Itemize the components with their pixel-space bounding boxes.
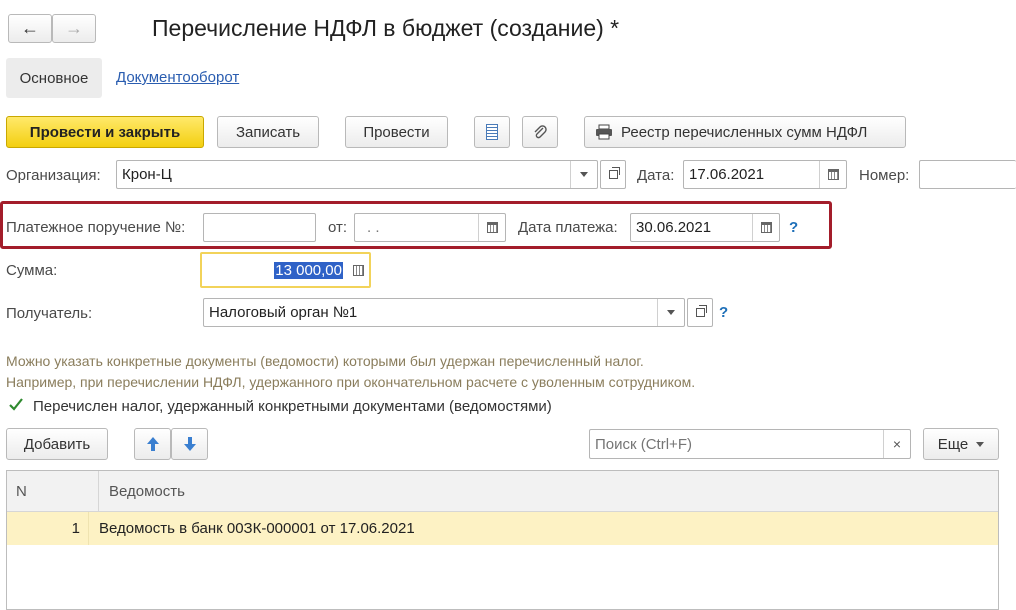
calculator-icon[interactable] xyxy=(347,254,369,286)
search-field[interactable]: × xyxy=(589,429,911,459)
payment-order-from-label: от: xyxy=(328,219,348,236)
recipient-open-button[interactable] xyxy=(687,298,713,327)
move-up-button[interactable] xyxy=(134,428,171,460)
calendar-icon[interactable] xyxy=(820,161,846,188)
recipient-field[interactable]: Налоговый орган №1 xyxy=(203,298,685,327)
page-title: Перечисление НДФЛ в бюджет (создание) * xyxy=(152,15,620,41)
open-form-icon xyxy=(608,167,620,179)
payment-order-label: Платежное поручение №: xyxy=(6,219,186,236)
sum-field[interactable]: 13 000,00 xyxy=(200,252,371,288)
open-form-icon xyxy=(695,305,707,317)
org-field[interactable]: Крон-Ц xyxy=(116,160,598,189)
post-and-close-button[interactable]: Провести и закрыть xyxy=(6,116,204,148)
tab-docflow[interactable]: Документооборот xyxy=(116,69,239,86)
search-input[interactable] xyxy=(590,434,883,454)
dropdown-icon[interactable] xyxy=(658,299,684,326)
org-open-button[interactable] xyxy=(600,160,626,189)
org-label: Организация: xyxy=(6,167,101,184)
save-button[interactable]: Записать xyxy=(217,116,319,148)
printer-icon xyxy=(596,124,612,140)
post-button[interactable]: Провести xyxy=(345,116,448,148)
more-button[interactable]: Еще xyxy=(923,428,999,460)
column-header-n[interactable]: N xyxy=(7,471,99,511)
payment-date-field[interactable]: 30.06.2021 xyxy=(630,213,780,242)
payment-order-date-value: . . xyxy=(367,219,380,236)
documents-checkbox-label: Перечислен налог, удержанный конкретными… xyxy=(33,398,552,415)
payment-date-value: 30.06.2021 xyxy=(636,219,712,236)
org-value: Крон-Ц xyxy=(122,166,172,183)
payment-date-label: Дата платежа: xyxy=(518,219,618,236)
dropdown-icon[interactable] xyxy=(571,161,597,188)
sum-label: Сумма: xyxy=(6,262,58,279)
payment-order-number-field[interactable] xyxy=(203,213,316,242)
recipient-value: Налоговый орган №1 xyxy=(209,304,358,321)
hint-line-1: Можно указать конкретные документы (ведо… xyxy=(6,353,644,369)
column-header-statement[interactable]: Ведомость xyxy=(99,471,998,511)
number-label: Номер: xyxy=(859,167,910,184)
payment-order-date-field[interactable]: . . xyxy=(354,213,506,242)
more-button-label: Еще xyxy=(937,435,969,453)
back-arrow-icon: ← xyxy=(21,18,39,38)
document-list-icon xyxy=(486,124,498,140)
date-value: 17.06.2021 xyxy=(689,166,765,183)
table-cell-n: 1 xyxy=(7,512,89,545)
registry-button-label: Реестр перечисленных сумм НДФЛ xyxy=(621,123,868,141)
forward-arrow-icon: → xyxy=(65,18,83,38)
number-field[interactable] xyxy=(919,160,1016,189)
table-cell-statement: Ведомость в банк 00ЗК-000001 от 17.06.20… xyxy=(99,520,415,537)
clear-search-icon[interactable]: × xyxy=(884,430,910,458)
forward-button[interactable]: → xyxy=(52,14,96,43)
attachment-button[interactable] xyxy=(522,116,558,148)
arrow-down-icon xyxy=(183,437,196,451)
chevron-down-icon xyxy=(976,441,985,447)
date-label: Дата: xyxy=(637,167,675,184)
calendar-icon[interactable] xyxy=(753,214,779,241)
move-down-button[interactable] xyxy=(171,428,208,460)
arrow-up-icon xyxy=(146,437,159,451)
paperclip-icon xyxy=(534,125,547,139)
checkmark-icon xyxy=(9,398,23,411)
calendar-icon[interactable] xyxy=(479,214,505,241)
add-button[interactable]: Добавить xyxy=(6,428,108,460)
table-header: N Ведомость xyxy=(7,471,998,512)
tab-main[interactable]: Основное xyxy=(6,58,102,98)
recipient-label: Получатель: xyxy=(6,305,93,322)
payment-date-help-icon[interactable]: ? xyxy=(789,219,798,236)
table-row[interactable]: 1 Ведомость в банк 00ЗК-000001 от 17.06.… xyxy=(7,512,998,545)
documents-table: N Ведомость 1 Ведомость в банк 00ЗК-0000… xyxy=(6,470,999,610)
recipient-help-icon[interactable]: ? xyxy=(719,304,728,321)
hint-line-2: Например, при перечислении НДФЛ, удержан… xyxy=(6,374,696,390)
registry-button[interactable]: Реестр перечисленных сумм НДФЛ xyxy=(584,116,906,148)
hint-text: Можно указать конкретные документы (ведо… xyxy=(6,351,695,393)
report-button[interactable] xyxy=(474,116,510,148)
sum-value: 13 000,00 xyxy=(274,261,343,279)
documents-checkbox[interactable] xyxy=(8,397,24,413)
back-button[interactable]: ← xyxy=(8,14,52,43)
date-field[interactable]: 17.06.2021 xyxy=(683,160,847,189)
